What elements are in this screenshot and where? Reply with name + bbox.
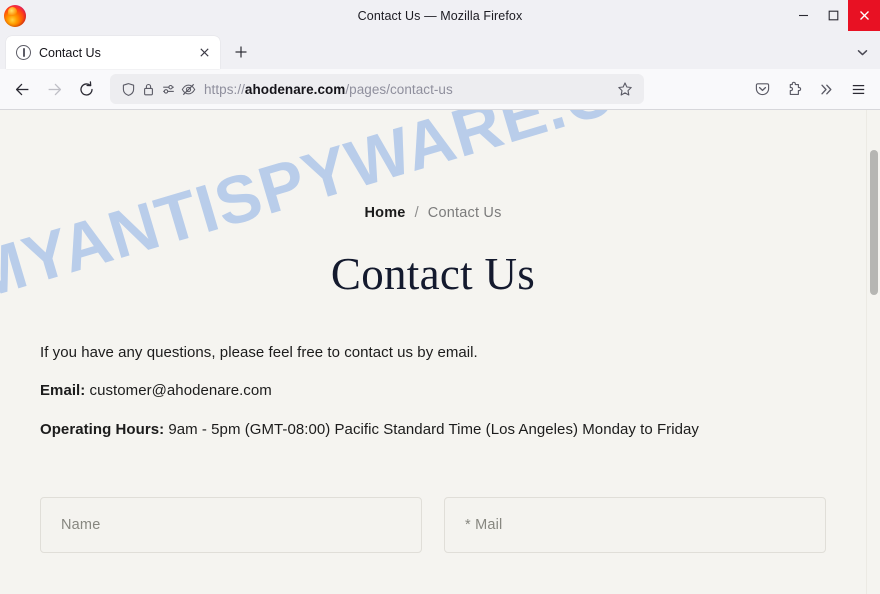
back-button[interactable] <box>6 74 38 104</box>
mail-input-placeholder: * Mail <box>465 517 503 533</box>
minimize-button[interactable] <box>788 0 818 31</box>
url-path: /pages/contact-us <box>345 81 453 97</box>
window-title: Contact Us — Mozilla Firefox <box>357 8 523 23</box>
overflow-menu-icon[interactable] <box>810 74 842 104</box>
shield-icon[interactable] <box>118 79 138 99</box>
close-tab-icon[interactable] <box>194 43 214 63</box>
name-input-placeholder: Name <box>61 517 101 533</box>
contact-form-row: Name * Mail <box>40 497 826 553</box>
forward-button[interactable] <box>38 74 70 104</box>
application-menu-icon[interactable] <box>842 74 874 104</box>
tab-strip: Contact Us <box>0 32 880 69</box>
operating-hours-label: Operating Hours: <box>40 421 165 438</box>
maximize-button[interactable] <box>818 0 848 31</box>
operating-hours-value: 9am - 5pm (GMT-08:00) Pacific Standard T… <box>164 421 699 438</box>
url-text: https://ahodenare.com/pages/contact-us <box>204 82 614 97</box>
navigation-toolbar: https://ahodenare.com/pages/contact-us <box>0 69 880 110</box>
email-label: Email: <box>40 382 86 399</box>
breadcrumb-home-link[interactable]: Home <box>364 205 405 221</box>
breadcrumb: Home / Contact Us <box>40 110 826 221</box>
list-all-tabs-icon[interactable] <box>848 39 876 65</box>
reload-button[interactable] <box>70 74 102 104</box>
url-scheme: https:// <box>204 81 245 97</box>
new-tab-icon[interactable] <box>228 39 254 65</box>
page-title: Contact Us <box>330 249 536 299</box>
page-content: Home / Contact Us Contact Us If you have a… <box>0 110 866 553</box>
title-bar: Contact Us — Mozilla Firefox <box>0 0 880 32</box>
site-permissions-icon[interactable] <box>158 79 178 99</box>
pocket-icon[interactable] <box>746 74 778 104</box>
mail-input[interactable]: * Mail <box>444 497 826 553</box>
scrollbar-thumb[interactable] <box>870 150 878 295</box>
bookmark-star-icon[interactable] <box>614 78 636 100</box>
page-viewport: MYANTISPYWARE.COM Home / Contact Us Contac… <box>0 110 880 594</box>
url-domain: ahodenare.com <box>244 81 346 97</box>
name-input[interactable]: Name <box>40 497 422 553</box>
page-scrollbar[interactable] <box>866 110 880 594</box>
lock-icon[interactable] <box>138 79 158 99</box>
extensions-icon[interactable] <box>778 74 810 104</box>
firefox-logo-icon <box>4 4 26 27</box>
tab-contact-us[interactable]: Contact Us <box>6 36 220 69</box>
breadcrumb-current: Contact Us <box>427 205 502 221</box>
email-value: customer@ahodenare.com <box>85 382 272 399</box>
site-favicon-icon <box>16 45 31 60</box>
browser-window: Contact Us — Mozilla Firefox Contact Us <box>0 0 880 594</box>
email-paragraph: Email: customer@ahodenare.com <box>40 382 826 399</box>
web-page: MYANTISPYWARE.COM Home / Contact Us Contac… <box>0 110 866 594</box>
close-window-button[interactable] <box>848 0 880 31</box>
operating-hours-paragraph: Operating Hours: 9am - 5pm (GMT-08:00) P… <box>40 421 826 438</box>
intro-paragraph: If you have any questions, please feel f… <box>40 344 478 361</box>
url-bar[interactable]: https://ahodenare.com/pages/contact-us <box>110 74 644 104</box>
toolbar-right-actions <box>746 74 874 104</box>
window-controls <box>788 0 880 31</box>
autoplay-blocked-icon[interactable] <box>178 79 198 99</box>
breadcrumb-separator: / <box>414 205 419 221</box>
tab-title: Contact Us <box>39 45 101 60</box>
